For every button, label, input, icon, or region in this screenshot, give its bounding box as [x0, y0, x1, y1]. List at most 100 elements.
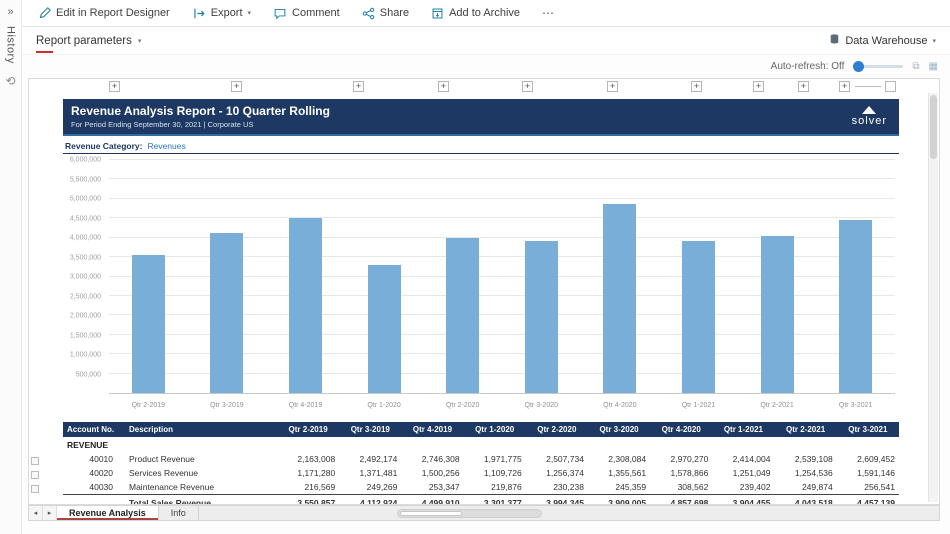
cell: Services Revenue [125, 466, 277, 480]
cell: 1,371,481 [339, 466, 401, 480]
chart-bar [603, 204, 636, 393]
col-expand-button[interactable]: + [231, 81, 242, 92]
vertical-scrollbar-thumb[interactable] [930, 95, 937, 159]
sheet-tab-info[interactable]: Info [159, 506, 199, 520]
column-header: Qtr 2-2019 [277, 422, 339, 437]
row-group-button[interactable] [31, 485, 39, 493]
horizontal-scrollbar[interactable] [397, 509, 542, 518]
column-header: Qtr 3-2021 [837, 422, 899, 437]
cell: 230,238 [526, 480, 588, 495]
col-expand-button[interactable]: + [438, 81, 449, 92]
app-window: » History ⟲ Edit in Report Designer Expo… [0, 0, 950, 534]
cell: 216,569 [277, 480, 339, 495]
chart-bar [682, 241, 715, 393]
cell: 1,971,775 [464, 452, 526, 466]
col-expand-button[interactable]: + [522, 81, 533, 92]
chart-bar-slot [266, 160, 345, 393]
cell: 249,874 [775, 480, 837, 495]
x-axis-label: Qtr 3-2021 [816, 398, 895, 412]
chart-bar-slot [109, 160, 188, 393]
add-to-archive-button[interactable]: Add to Archive [431, 7, 520, 20]
chart-bar-slot [345, 160, 424, 393]
popout-icon[interactable]: ⧉ [912, 61, 919, 72]
cell: 1,500,256 [401, 466, 463, 480]
data-warehouse-dropdown[interactable]: Data Warehouse ▾ [829, 33, 936, 48]
y-axis-label: 1,000,000 [70, 352, 101, 359]
sidebar-expand-icon[interactable]: » [7, 6, 13, 18]
vertical-scrollbar[interactable] [928, 93, 938, 502]
y-axis-label: 6,000,000 [70, 157, 101, 164]
x-axis-label: Qtr 2-2019 [109, 398, 188, 412]
cell: 3,909,005 [588, 495, 650, 506]
chart-bar [761, 236, 794, 393]
chart-bar [446, 238, 479, 393]
cell: 3,904,455 [712, 495, 774, 506]
parameters-row: Report parameters ▾ Data Warehouse ▾ [22, 27, 950, 55]
revenue-table: Account No.DescriptionQtr 2-2019Qtr 3-20… [63, 422, 899, 505]
toggle-knob[interactable] [853, 61, 864, 72]
chart-bar [210, 233, 243, 393]
column-header: Qtr 1-2020 [464, 422, 526, 437]
y-axis-label: 5,000,000 [70, 196, 101, 203]
cell: 3,994,345 [526, 495, 588, 506]
col-expand-button[interactable]: + [109, 81, 120, 92]
cell: 2,970,270 [650, 452, 712, 466]
category-value[interactable]: Revenues [147, 141, 185, 151]
edit-label: Edit in Report Designer [56, 7, 170, 19]
chart-x-axis: Qtr 2-2019Qtr 3-2019Qtr 4-2019Qtr 1-2020… [109, 398, 895, 412]
sheet-tabs: Revenue AnalysisInfo [57, 506, 199, 520]
col-expand-button[interactable]: + [753, 81, 764, 92]
grid-view-icon[interactable]: ▦ [929, 61, 938, 72]
y-axis-label: 1,500,000 [70, 332, 101, 339]
history-icon[interactable]: ⟲ [5, 74, 15, 88]
col-expand-button[interactable]: + [839, 81, 850, 92]
history-panel-label[interactable]: History [5, 26, 17, 64]
x-axis-label: Qtr 4-2019 [266, 398, 345, 412]
sheet-tab-revenue-analysis[interactable]: Revenue Analysis [57, 506, 159, 520]
auto-refresh-row: Auto-refresh: Off ⧉ ▦ [22, 55, 950, 77]
cell: 2,609,452 [837, 452, 899, 466]
column-header: Qtr 4-2019 [401, 422, 463, 437]
cell: 2,746,308 [401, 452, 463, 466]
row-group-button[interactable] [31, 457, 39, 465]
cell: 2,163,008 [277, 452, 339, 466]
auto-refresh-toggle[interactable] [853, 65, 903, 68]
cell: 256,541 [837, 480, 899, 495]
cell: 3,301,377 [464, 495, 526, 506]
cell: 308,562 [650, 480, 712, 495]
tab-scroll-right-button[interactable]: ▸ [43, 506, 57, 520]
x-axis-label: Qtr 3-2019 [188, 398, 267, 412]
more-menu-button[interactable]: ⋯ [542, 6, 555, 20]
export-button[interactable]: Export ▾ [192, 7, 251, 20]
edit-in-designer-button[interactable]: Edit in Report Designer [38, 7, 170, 20]
col-expand-button[interactable]: + [691, 81, 702, 92]
chart-bar-slot [816, 160, 895, 393]
column-outline-row: + + + + + + + + + + [29, 79, 927, 93]
sheet-tab-bar: ◂ ▸ Revenue AnalysisInfo [28, 505, 940, 521]
col-expand-button[interactable]: + [607, 81, 618, 92]
solver-logo: solver [852, 106, 887, 127]
row-outline-controls [31, 457, 39, 493]
column-header: Qtr 3-2019 [339, 422, 401, 437]
share-button[interactable]: Share [362, 7, 409, 20]
cell: 3,550,857 [277, 495, 339, 506]
cell: 40020 [63, 466, 125, 480]
row-group-button[interactable] [31, 471, 39, 479]
comment-label: Comment [292, 7, 340, 19]
col-expand-button[interactable]: + [353, 81, 364, 92]
active-panel-indicator [36, 51, 53, 53]
tab-scroll-left-button[interactable]: ◂ [29, 506, 43, 520]
cell: 4,457,139 [837, 495, 899, 506]
cell: 1,171,280 [277, 466, 339, 480]
cell: 1,355,561 [588, 466, 650, 480]
col-expand-button[interactable]: + [798, 81, 809, 92]
outline-collapse-box[interactable] [885, 81, 896, 92]
solver-logo-text: solver [852, 115, 887, 127]
chart-bar-slot [738, 160, 817, 393]
comment-button[interactable]: Comment [273, 7, 340, 20]
share-label: Share [380, 7, 409, 19]
toolbar: Edit in Report Designer Export ▾ Comment… [22, 0, 950, 27]
report-parameters-dropdown[interactable]: Report parameters ▾ [36, 35, 141, 47]
auto-refresh-label: Auto-refresh: Off [771, 61, 845, 72]
horizontal-scrollbar-thumb[interactable] [400, 511, 462, 516]
